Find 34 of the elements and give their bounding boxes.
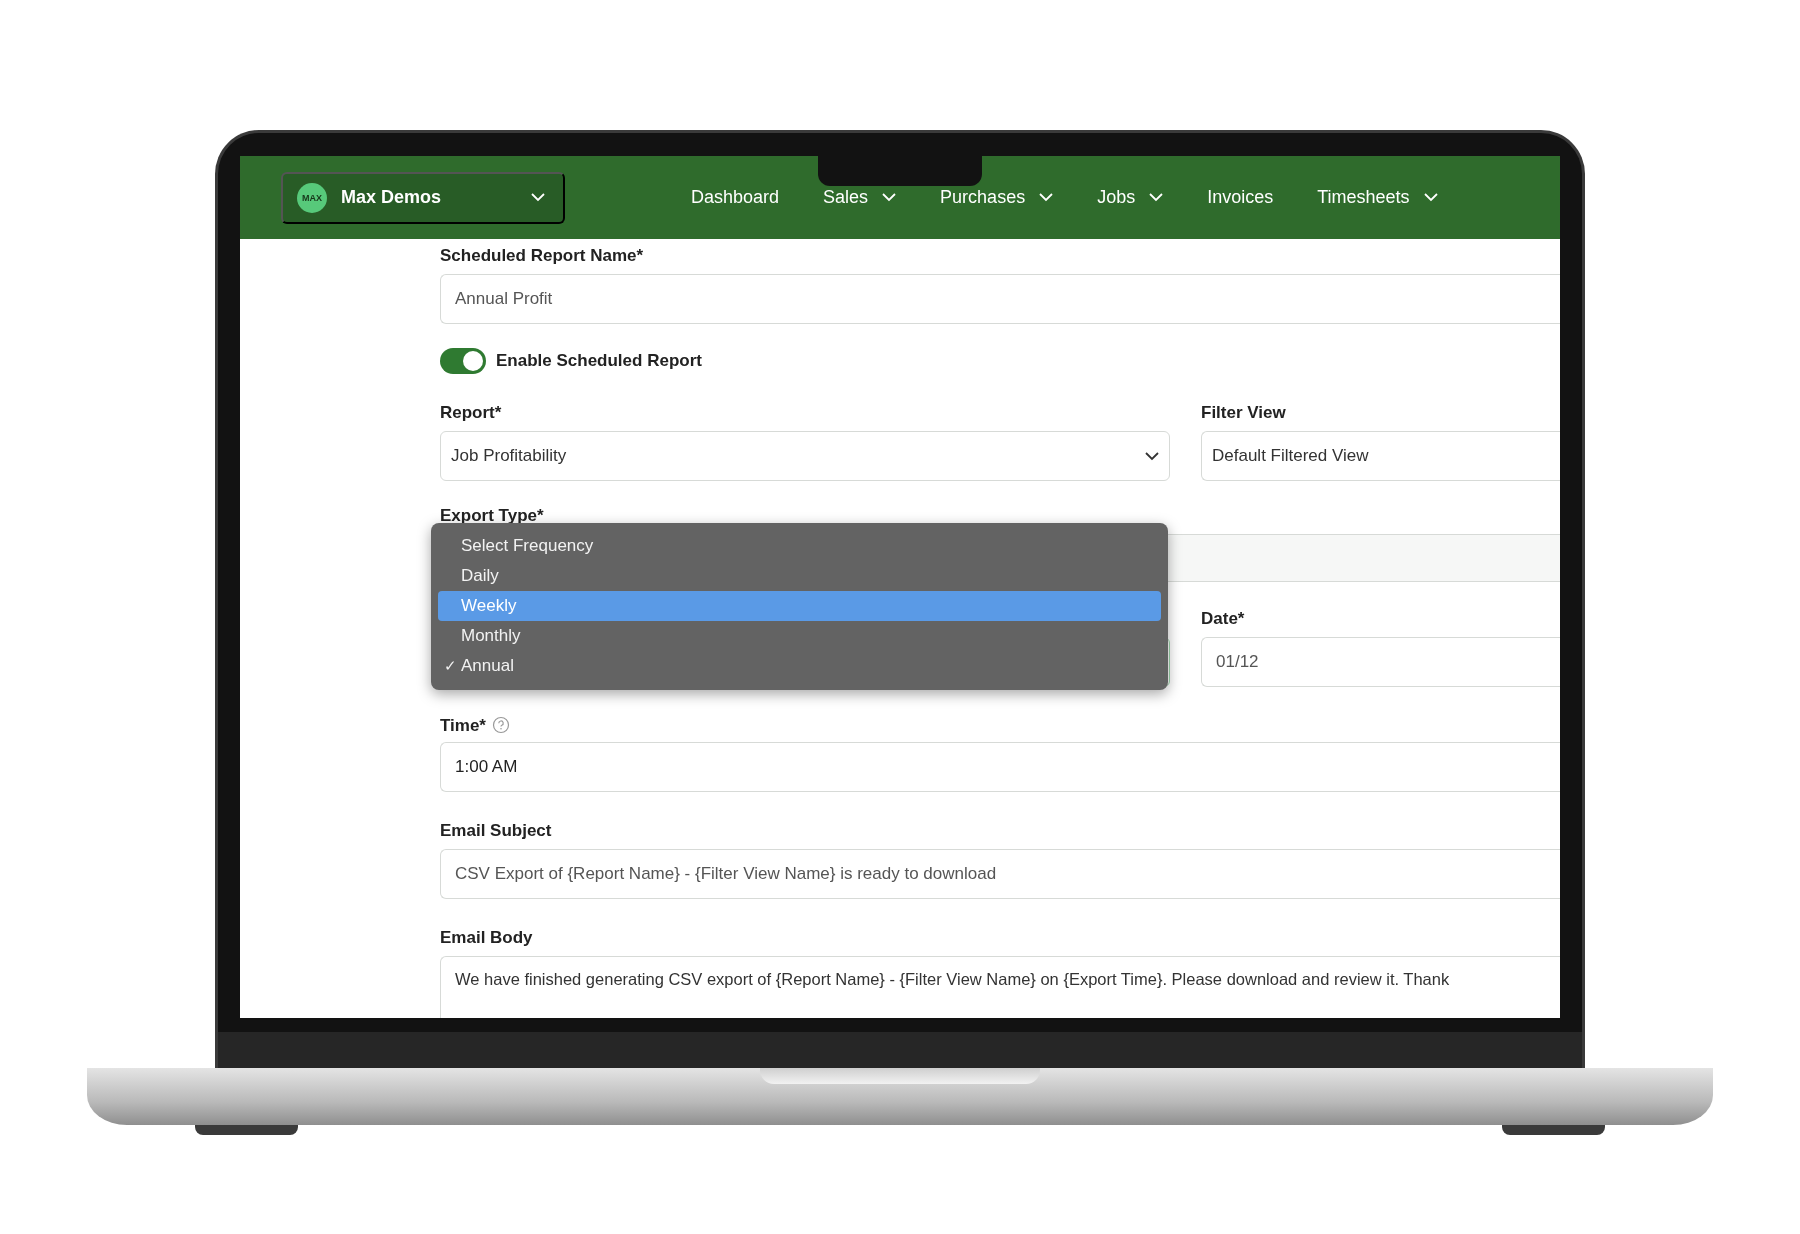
menu-option[interactable]: Monthly xyxy=(438,621,1161,651)
field-label: Email Subject xyxy=(440,820,553,842)
nav-item[interactable]: Jobs xyxy=(1097,187,1164,208)
field-label: Report* xyxy=(440,402,503,424)
field-label: Time* xyxy=(440,716,486,735)
nav-item[interactable]: Dashboard xyxy=(691,187,780,208)
toggle-switch[interactable] xyxy=(440,348,486,374)
nav-item[interactable]: Invoices xyxy=(1207,187,1274,208)
nav-item[interactable]: Sales xyxy=(823,187,897,208)
time-field[interactable]: 1:00 AM xyxy=(440,742,1560,792)
chevron-down-icon xyxy=(1145,451,1159,461)
menu-option[interactable]: ✓ Annual xyxy=(438,651,1161,681)
text-field[interactable]: CSV Export of {Report Name} - {Filter View Name} is ready to download xyxy=(440,849,1560,899)
field-label: Filter View xyxy=(1201,402,1287,424)
nav-item[interactable]: Purchases xyxy=(940,187,1054,208)
select-field[interactable]: Job Profitability xyxy=(440,431,1170,481)
select-field[interactable]: Default Filtered View xyxy=(1201,431,1560,481)
nav-item[interactable]: Timesheets xyxy=(1317,187,1438,208)
menu-option[interactable]: Daily xyxy=(438,561,1161,591)
chevron-down-icon xyxy=(531,193,545,202)
account-switcher[interactable]: MAX Max Demos xyxy=(281,171,565,224)
select-value: Job Profitability xyxy=(451,446,567,466)
field-label: Export Type* xyxy=(440,505,545,527)
help-icon[interactable] xyxy=(492,716,510,734)
date-field[interactable]: 01/12 xyxy=(1201,637,1560,687)
text-field[interactable]: Annual Profit xyxy=(440,274,1560,324)
toggle-label: Enable Scheduled Report xyxy=(496,351,702,371)
field-label: Date* xyxy=(1201,608,1246,630)
menu-option[interactable]: Select Frequency xyxy=(438,531,1161,561)
field-label: Email Body xyxy=(440,927,534,949)
account-name: Max Demos xyxy=(341,187,443,208)
field-label: Scheduled Report Name* xyxy=(440,245,645,267)
logo-icon: MAX xyxy=(297,182,327,213)
text-area[interactable]: We have finished generating CSV export of {Report Name} - {Filter View Name} on {Export Time}. Please download and review it. Thank xyxy=(440,956,1560,1018)
